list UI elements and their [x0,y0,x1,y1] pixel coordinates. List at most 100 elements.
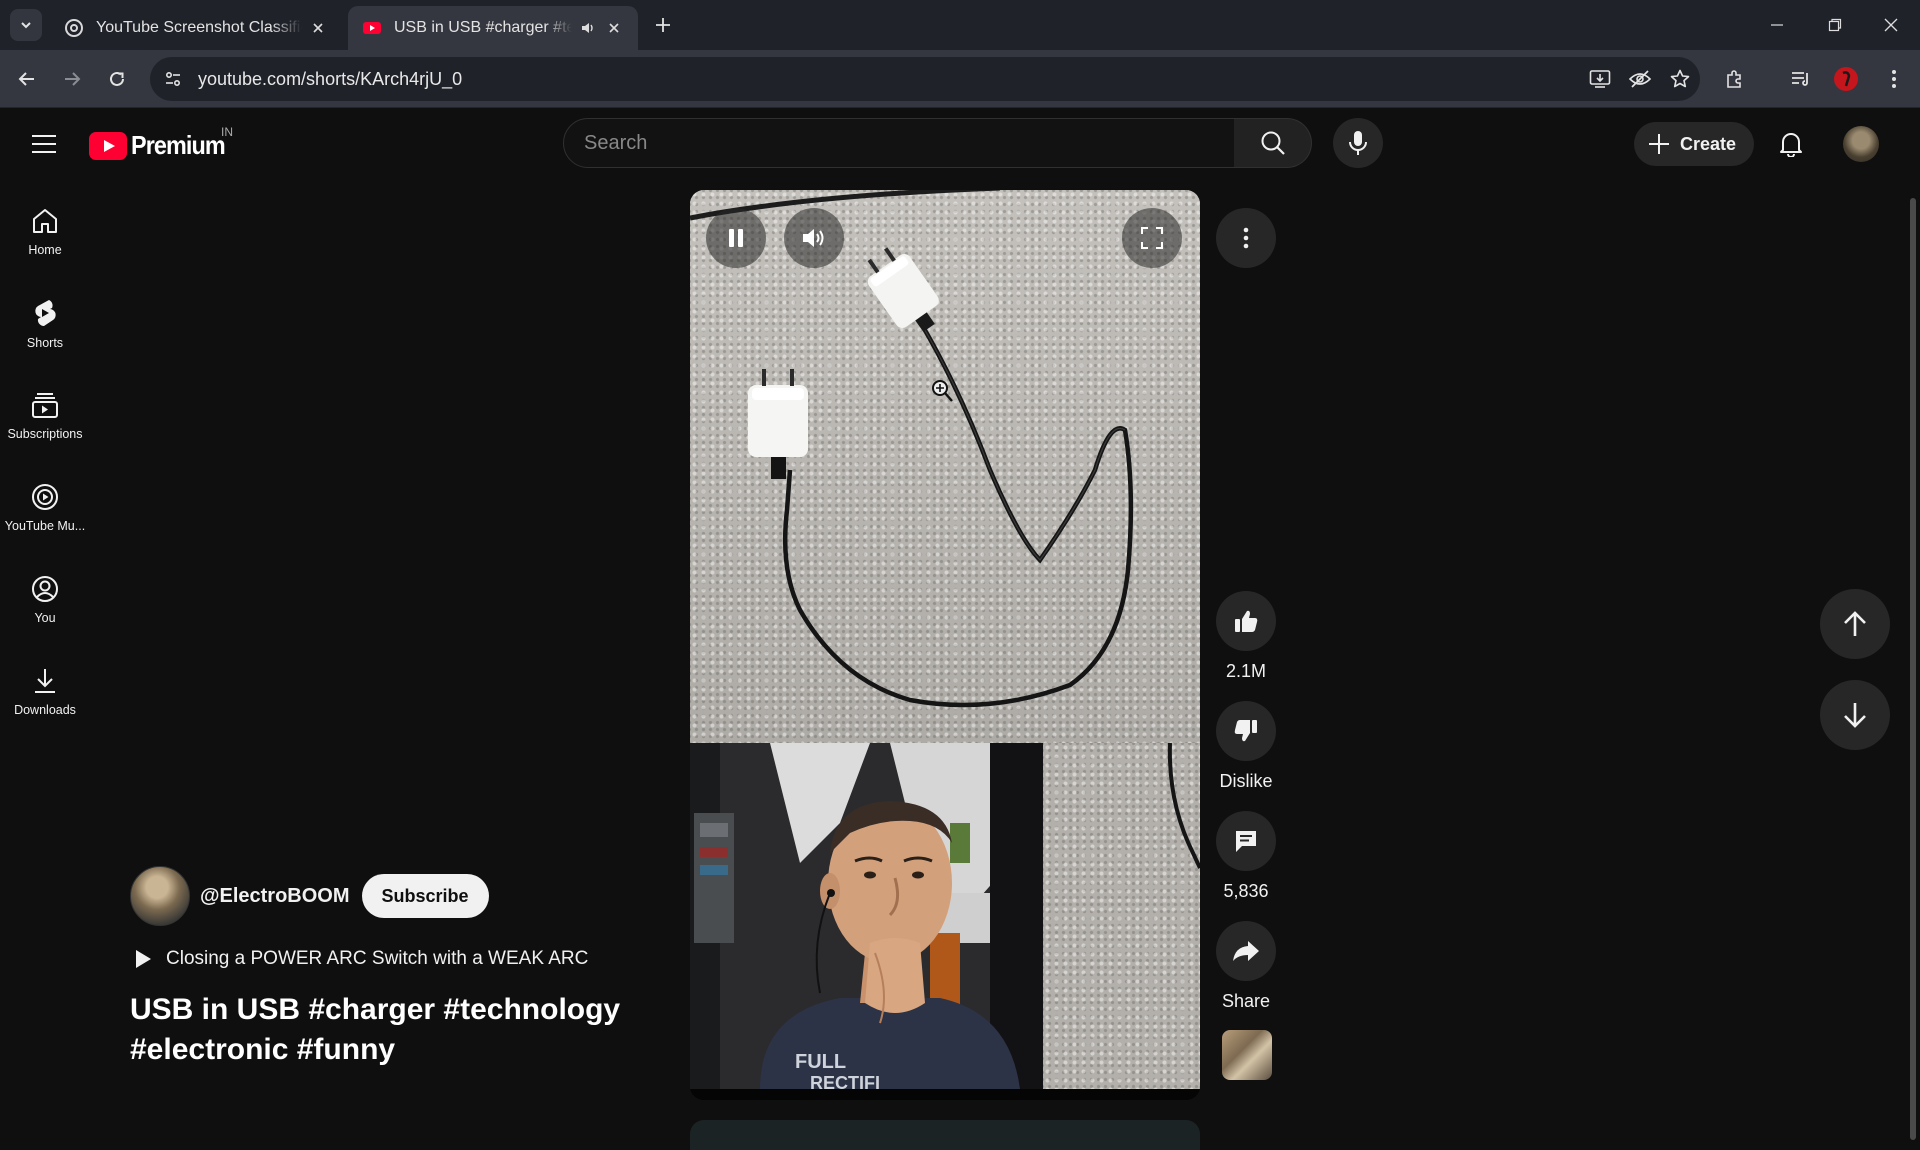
zoom-cursor-icon [932,380,953,402]
arrow-left-icon [18,72,34,86]
tracking-protection-icon[interactable] [1620,59,1660,99]
youtube-premium-logo[interactable]: Premium [89,130,235,161]
channel-name[interactable]: @ElectroBOOM [200,885,350,908]
subscribe-button[interactable]: Subscribe [361,874,489,918]
related-video-title: Closing a POWER ARC Switch with a WEAK A… [166,948,589,969]
tab-title: USB in USB #charger #techn [394,19,572,36]
close-window-button[interactable] [1862,0,1920,50]
tab-title: YouTube Screenshot Classificati [96,19,302,36]
youtube-header: Premium IN Create [0,108,1920,180]
dislike-label: Dislike [1219,771,1273,791]
charger-cables-illustration [690,190,1134,708]
forward-button[interactable] [55,62,89,96]
search-button[interactable] [1234,118,1312,168]
arrow-right-icon [65,72,81,86]
youtube-icon [363,22,381,34]
site-info-icon[interactable] [158,64,188,94]
page-scrollbar-thumb[interactable] [1910,198,1916,1140]
video-frame-cable-closeup [1043,743,1200,1089]
minimize-button[interactable] [1748,0,1806,50]
comments-button[interactable] [1216,811,1276,871]
bell-icon [1780,133,1802,157]
guide-label: Subscriptions [7,427,83,441]
like-count: 2.1M [1225,661,1267,681]
youtube-logo-icon [89,131,127,160]
guide-item-shorts[interactable]: Shorts [4,284,86,364]
guide-item-you[interactable]: You [4,560,86,640]
guide-label: You [34,611,56,625]
media-queue-icon [1792,72,1808,86]
openai-icon [65,19,83,37]
player-progress-bar[interactable] [690,1089,1200,1100]
browser-tab-usb-short[interactable]: USB in USB #charger #techn [348,6,638,50]
new-tab-button[interactable] [650,12,676,38]
guide-item-subscriptions[interactable]: Subscriptions [4,376,86,456]
shorts-player[interactable]: FULL RECTIFI [690,190,1200,1100]
like-button[interactable] [1216,591,1276,651]
extensions-button[interactable] [1718,62,1752,96]
previous-short-button[interactable] [1820,589,1890,659]
reload-button[interactable] [100,62,134,96]
subscriptions-icon [32,393,58,418]
tab-close-icon[interactable] [308,18,328,38]
share-button[interactable] [1216,921,1276,981]
next-short-preview[interactable] [690,1120,1200,1150]
volume-icon [803,229,824,247]
guide-item-downloads[interactable]: Downloads [4,652,86,732]
sound-remix-thumbnail[interactable] [1222,1030,1272,1080]
youtube-music-icon [32,484,58,510]
related-video-link[interactable]: Closing a POWER ARC Switch with a WEAK A… [134,944,588,974]
dislike-action: Dislike [1216,701,1276,792]
svg-text:RECTIFI: RECTIFI [810,1073,880,1089]
cable-closeup-illustration [1167,743,1200,869]
close-icon [1884,18,1898,32]
guide-menu-button[interactable] [24,124,64,164]
comments-action: 5,836 [1216,811,1276,902]
volume-button[interactable] [784,208,844,268]
logo-text: Premium [131,130,226,160]
address-bar[interactable]: youtube.com/shorts/KArch4rjU_0 [150,57,1700,101]
arrow-up-icon [1844,611,1866,636]
guide-item-home[interactable]: Home [4,192,86,272]
tab-audio-icon[interactable] [578,18,598,38]
comment-count: 5,836 [1223,881,1269,901]
profile-button[interactable] [1829,62,1863,96]
channel-avatar[interactable] [130,866,190,926]
restore-button[interactable] [1806,0,1864,50]
guide-label: YouTube Mu... [4,519,86,533]
home-icon [33,209,57,233]
next-short-button[interactable] [1820,680,1890,750]
thumbs-down-icon [1234,720,1257,742]
play-icon [136,950,151,968]
guide-item-youtube-music[interactable]: YouTube Mu... [4,468,86,548]
more-actions-button[interactable] [1216,208,1276,268]
guide-label: Home [28,243,62,257]
account-avatar[interactable] [1843,126,1879,162]
browser-tabstrip: YouTube Screenshot Classificati USB in U… [0,0,1920,50]
like-action: 2.1M [1216,591,1276,682]
media-controls-button[interactable] [1784,62,1818,96]
notifications-button[interactable] [1769,122,1813,166]
back-button[interactable] [10,62,44,96]
search-box[interactable] [563,118,1235,168]
pause-button[interactable] [706,208,766,268]
dislike-button[interactable] [1216,701,1276,761]
account-icon [32,576,58,602]
thumbs-up-icon [1235,610,1258,632]
pause-icon [729,229,743,247]
browser-tab-classification[interactable]: YouTube Screenshot Classificati [50,6,342,50]
guide-label: Shorts [26,336,64,350]
browser-menu-button[interactable] [1877,62,1911,96]
tab-search-button[interactable] [10,9,42,41]
download-icon [35,669,55,693]
tab-close-icon[interactable] [604,18,624,38]
search-input[interactable] [584,131,1234,155]
presenter-illustration: FULL RECTIFI [690,743,1043,1089]
create-button[interactable]: Create [1634,122,1754,166]
microphone-icon [1349,131,1367,155]
install-app-icon[interactable] [1580,59,1620,99]
voice-search-button[interactable] [1333,118,1383,168]
fullscreen-button[interactable] [1122,208,1182,268]
minimize-icon [1771,24,1783,26]
bookmark-star-icon[interactable] [1660,59,1700,99]
